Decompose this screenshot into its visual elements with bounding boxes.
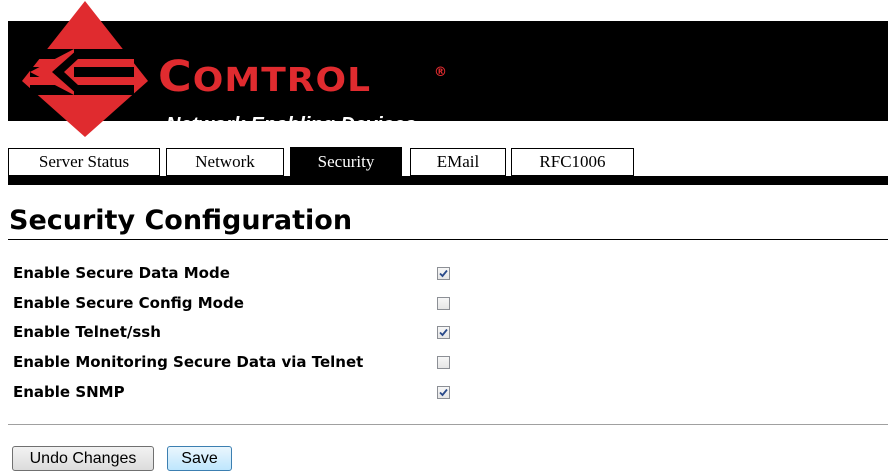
snmp-checkbox[interactable] — [437, 386, 450, 399]
secure-data-checkbox[interactable] — [437, 267, 450, 280]
tab-email[interactable]: EMail — [410, 148, 506, 176]
setting-label-telnet-ssh: Enable Telnet/ssh — [13, 323, 161, 341]
title-divider — [8, 239, 888, 240]
tab-network[interactable]: Network — [166, 148, 284, 176]
form-divider — [8, 424, 888, 425]
brand-wordmark: COMTROL — [158, 51, 372, 101]
setting-label-monitoring-secure-data: Enable Monitoring Secure Data via Telnet — [13, 353, 364, 371]
checkmark-icon — [439, 269, 448, 278]
tab-server-status[interactable]: Server Status — [8, 148, 160, 176]
checkmark-icon — [439, 328, 448, 337]
setting-label-secure-data: Enable Secure Data Mode — [13, 264, 230, 282]
checkmark-icon — [439, 388, 448, 397]
registered-mark: ® — [434, 65, 447, 80]
setting-label-secure-config: Enable Secure Config Mode — [13, 294, 244, 312]
page-title: Security Configuration — [9, 205, 353, 236]
setting-label-snmp: Enable SNMP — [13, 383, 125, 401]
tagline: Network Enabling Devices — [166, 114, 417, 136]
comtrol-logo-icon — [22, 1, 148, 137]
undo-changes-button[interactable]: Undo Changes — [12, 446, 154, 471]
telnet-ssh-checkbox[interactable] — [437, 326, 450, 339]
secure-config-checkbox[interactable] — [437, 297, 450, 310]
tab-bar: Server Status Network Security EMail RFC… — [8, 147, 888, 186]
tab-underline — [8, 176, 888, 185]
tab-security[interactable]: Security — [290, 147, 402, 176]
tab-rfc1006[interactable]: RFC1006 — [511, 148, 634, 176]
header-banner: COMTROL ® Network Enabling Devices — [8, 1, 888, 137]
monitoring-secure-data-checkbox[interactable] — [437, 356, 450, 369]
save-button[interactable]: Save — [167, 446, 232, 471]
